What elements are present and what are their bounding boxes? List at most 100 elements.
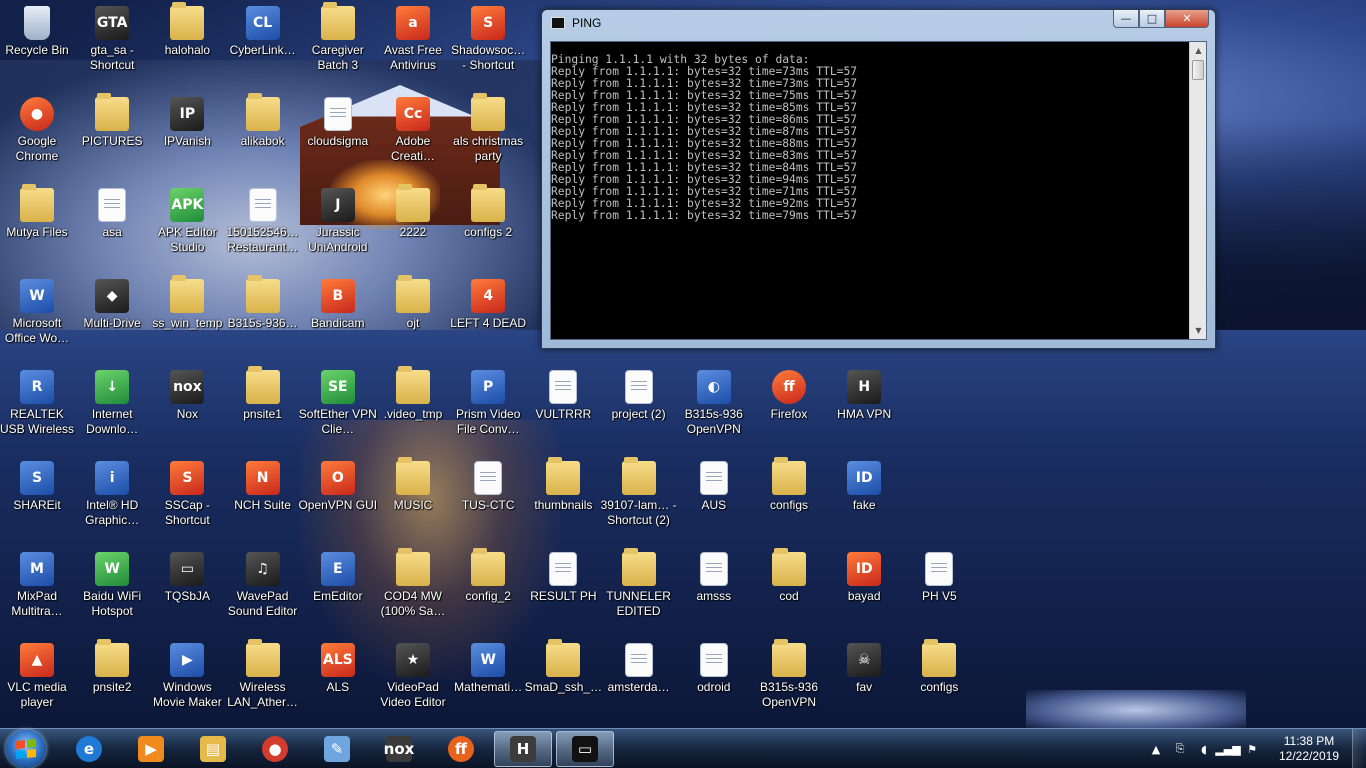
taskbar-clock[interactable]: 11:38 PM 12/22/2019	[1270, 734, 1348, 764]
taskbar-item-notepad[interactable]: ✎	[308, 731, 366, 767]
window-title-bar[interactable]: PING — □ ✕	[542, 10, 1215, 36]
desktop-icon[interactable]: 39107-lam… - Shortcut (2)	[601, 457, 677, 543]
taskbar-item-command-prompt[interactable]: ▭	[556, 731, 614, 767]
desktop-icon[interactable]: ▭ TQSbJA	[149, 548, 225, 634]
volume-icon[interactable]: ◖	[1194, 741, 1214, 757]
desktop-icon[interactable]: PICTURES	[74, 93, 150, 179]
desktop-icon[interactable]: ALS ALS	[300, 639, 376, 725]
desktop-icon[interactable]: Mutya Files	[0, 184, 75, 270]
desktop-icon[interactable]: alikabok	[225, 93, 301, 179]
action-center-flag-icon[interactable]: ⚑	[1242, 741, 1262, 757]
desktop-icon[interactable]: i Intel® HD Graphic…	[74, 457, 150, 543]
taskbar-item-google-chrome[interactable]: ●	[246, 731, 304, 767]
desktop-icon[interactable]: ● Google Chrome	[0, 93, 75, 179]
desktop-icon[interactable]: H HMA VPN	[826, 366, 902, 452]
taskbar-item-nox[interactable]: nox	[370, 731, 428, 767]
desktop-icon[interactable]: SE SoftEther VPN Clie…	[299, 366, 377, 452]
desktop-icon[interactable]: RREALTEK USB Wireless LA…	[0, 366, 75, 452]
desktop-icon[interactable]: ID fake	[826, 457, 902, 543]
desktop-icon[interactable]: ★ VideoPad Video Editor	[375, 639, 451, 725]
desktop-icon[interactable]: PH V5	[901, 548, 977, 634]
network-signal-icon[interactable]: ▂▄▆	[1215, 741, 1240, 757]
desktop-icon[interactable]: P Prism Video File Conv…	[450, 366, 526, 452]
desktop-icon[interactable]: ↓ Internet Downlo…	[74, 366, 150, 452]
desktop-icon[interactable]: E EmEditor	[300, 548, 376, 634]
maximize-button[interactable]: □	[1139, 10, 1165, 28]
desktop-icon[interactable]: Recycle Bin	[0, 2, 75, 88]
desktop-icon[interactable]: Caregiver Batch 3	[300, 2, 376, 88]
desktop-icon[interactable]: B315s-936 OpenVPN	[751, 639, 827, 725]
desktop-icon[interactable]: amsss	[676, 548, 752, 634]
desktop-icon[interactable]: AUS	[676, 457, 752, 543]
desktop-icon[interactable]: J Jurassic UniAndroid	[300, 184, 376, 270]
desktop-icon[interactable]: ss_win_temp	[149, 275, 225, 361]
desktop-icon[interactable]: ▶ Windows Movie Maker	[149, 639, 225, 725]
desktop-icon[interactable]: asa	[74, 184, 150, 270]
desktop-icon[interactable]: IP IPVanish	[149, 93, 225, 179]
desktop-icon[interactable]: ◆ Multi-Drive	[74, 275, 150, 361]
desktop-icon[interactable]: ▲ VLC media player	[0, 639, 75, 725]
desktop-icon[interactable]: 2222	[375, 184, 451, 270]
desktop-icon[interactable]: SmaD_ssh_…	[525, 639, 602, 725]
desktop-icon[interactable]: ◐ B315s-936 OpenVPN	[676, 366, 752, 452]
vertical-scrollbar[interactable]: ▲ ▼	[1189, 42, 1206, 339]
desktop-icon[interactable]: O OpenVPN GUI	[298, 457, 377, 543]
minimize-button[interactable]: —	[1113, 10, 1139, 28]
desktop-icon[interactable]: W Microsoft Office Wo…	[0, 275, 75, 361]
desktop-icon[interactable]: Cc Adobe Creati…	[375, 93, 451, 179]
desktop-icon[interactable]: nox Nox	[149, 366, 225, 452]
usb-device-icon[interactable]: ⎘	[1170, 741, 1190, 757]
desktop-icon[interactable]: TUNNELER EDITED	[601, 548, 677, 634]
desktop-icon[interactable]: APK APK Editor Studio	[149, 184, 225, 270]
desktop-icon[interactable]: ff Firefox	[751, 366, 827, 452]
desktop-icon[interactable]: VULTRRR	[525, 366, 601, 452]
desktop-icon[interactable]: ID bayad	[826, 548, 902, 634]
desktop-icon[interactable]: W Baidu WiFi Hotspot	[74, 548, 150, 634]
desktop-icon[interactable]: B315s-936…	[225, 275, 301, 361]
desktop-icon[interactable]: thumbnails	[525, 457, 601, 543]
desktop-icon[interactable]: COD4 MW (100% Sa…	[375, 548, 451, 634]
show-desktop-button[interactable]	[1352, 729, 1366, 768]
console-app-icon[interactable]	[551, 17, 565, 29]
taskbar-item-file-explorer[interactable]: ▤	[184, 731, 242, 767]
desktop-icon[interactable]: RESULT PH	[525, 548, 601, 634]
console-output-area[interactable]: Pinging 1.1.1.1 with 32 bytes of data: Re…	[550, 41, 1207, 340]
show-hidden-icons-icon[interactable]: ▲	[1146, 741, 1166, 757]
desktop-icon[interactable]: cod	[751, 548, 827, 634]
close-button[interactable]: ✕	[1165, 10, 1209, 28]
desktop-icon[interactable]: GTA gta_sa - Shortcut	[74, 2, 150, 88]
desktop-icon[interactable]: ♫ WavePad Sound Editor	[225, 548, 301, 634]
ping-console-window[interactable]: PING — □ ✕ Pinging 1.1.1.1 with 32 bytes…	[541, 9, 1216, 349]
start-button[interactable]	[6, 730, 46, 768]
desktop-icon[interactable]: N NCH Suite	[225, 457, 301, 543]
desktop-icon[interactable]: cloudsigma	[300, 93, 376, 179]
desktop-icon[interactable]: ☠ fav	[826, 639, 902, 725]
desktop-icon[interactable]: 150152546… Restaurant…	[225, 184, 301, 270]
desktop-icon[interactable]: CL CyberLink…	[225, 2, 301, 88]
desktop-icon[interactable]: .video_tmp	[375, 366, 451, 452]
desktop-icon[interactable]: configs	[751, 457, 827, 543]
desktop-icon[interactable]: ojt	[375, 275, 451, 361]
desktop-icon[interactable]: S SSCap - Shortcut	[149, 457, 225, 543]
desktop-icon[interactable]: B Bandicam	[300, 275, 376, 361]
scroll-down-arrow-icon[interactable]: ▼	[1190, 322, 1207, 339]
desktop-icon[interactable]: project (2)	[601, 366, 677, 452]
desktop-icon[interactable]: S Shadowsoc… - Shortcut	[450, 2, 526, 88]
desktop-icon[interactable]: pnsite1	[225, 366, 301, 452]
scrollbar-thumb[interactable]	[1192, 60, 1204, 80]
scroll-up-arrow-icon[interactable]: ▲	[1190, 42, 1207, 59]
taskbar-item-firefox[interactable]: ff	[432, 731, 490, 767]
desktop-icon[interactable]: Wireless LAN_Ather…	[225, 639, 301, 725]
desktop-icon[interactable]: pnsite2	[74, 639, 150, 725]
desktop-icon[interactable]: W Mathemati…	[450, 639, 526, 725]
desktop-icon[interactable]: a Avast Free Antivirus	[375, 2, 451, 88]
desktop-icon[interactable]: S SHAREit	[0, 457, 75, 543]
desktop-icon[interactable]: odroid	[676, 639, 752, 725]
desktop-icon[interactable]: TUS-CTC	[450, 457, 526, 543]
taskbar-item-hma-vpn[interactable]: H	[494, 731, 552, 767]
desktop-icon[interactable]: 4 LEFT 4 DEAD	[450, 275, 526, 361]
desktop-icon[interactable]: M MixPad Multitra…	[0, 548, 75, 634]
desktop-icon[interactable]: amsterda…	[601, 639, 677, 725]
desktop-icon[interactable]: configs	[901, 639, 977, 725]
desktop-icon[interactable]: configs 2	[450, 184, 526, 270]
